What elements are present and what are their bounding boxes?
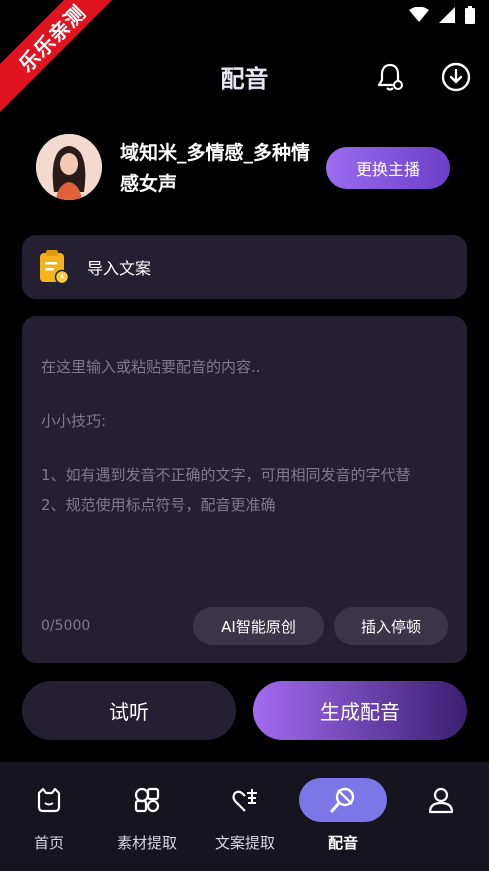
tab-home[interactable]: 首页 [0, 762, 98, 871]
tab-dubbing[interactable]: 配音 [294, 762, 392, 871]
tab-material-extract[interactable]: 素材提取 [98, 762, 196, 871]
insert-pause-button[interactable]: 插入停顿 [334, 607, 448, 645]
download-icon[interactable] [440, 61, 472, 93]
home-icon [37, 787, 61, 813]
voice-selector: 域知米_多情感_多种情感女声 更换主播 [36, 134, 456, 204]
voice-name: 域知米_多情感_多种情感女声 [120, 142, 311, 195]
status-icons [409, 6, 475, 24]
bottom-tab-bar: 首页 素材提取 文案提取 配音 [0, 762, 489, 871]
import-copy-button[interactable]: 导入文案 [22, 235, 467, 299]
signal-icon [439, 7, 455, 23]
script-input[interactable]: 在这里输入或粘贴要配音的内容.. 小小技巧: 1、如有遇到发音不正确的文字，可用… [22, 316, 467, 663]
header: 配音 [0, 55, 489, 99]
change-voice-button[interactable]: 更换主播 [326, 147, 450, 189]
profile-icon [428, 787, 454, 814]
avatar [36, 134, 102, 200]
copy-extract-icon [232, 789, 257, 812]
placeholder-line: 在这里输入或粘贴要配音的内容.. [41, 358, 261, 376]
wifi-icon [409, 7, 429, 22]
status-bar: 乐乐亲测 [0, 0, 489, 117]
tab-label: 配音 [327, 834, 358, 852]
ai-original-button[interactable]: AI智能原创 [193, 607, 324, 645]
script-placeholder: 在这里输入或粘贴要配音的内容.. 小小技巧: 1、如有遇到发音不正确的文字，可用… [41, 352, 451, 520]
tab-label: 素材提取 [116, 834, 177, 852]
import-label: 导入文案 [87, 259, 152, 278]
dubbing-icon [330, 787, 355, 813]
material-icon [134, 787, 160, 813]
page-title: 配音 [220, 65, 269, 93]
preview-button[interactable]: 试听 [22, 681, 236, 740]
tab-label: 首页 [33, 834, 64, 852]
tab-profile[interactable] [392, 762, 489, 871]
tab-label: 文案提取 [214, 834, 275, 852]
clipboard-icon [39, 250, 70, 285]
placeholder-line: 小小技巧: [41, 412, 107, 430]
generate-dubbing-button[interactable]: 生成配音 [253, 681, 467, 740]
placeholder-line: 1、如有遇到发音不正确的文字，可用相同发音的字代替 [41, 466, 411, 484]
bell-icon[interactable] [374, 61, 406, 93]
placeholder-line: 2、规范使用标点符号，配音更准确 [41, 496, 276, 514]
char-count: 0/5000 [41, 618, 91, 634]
battery-icon [465, 6, 475, 24]
tab-copy-extract[interactable]: 文案提取 [196, 762, 294, 871]
